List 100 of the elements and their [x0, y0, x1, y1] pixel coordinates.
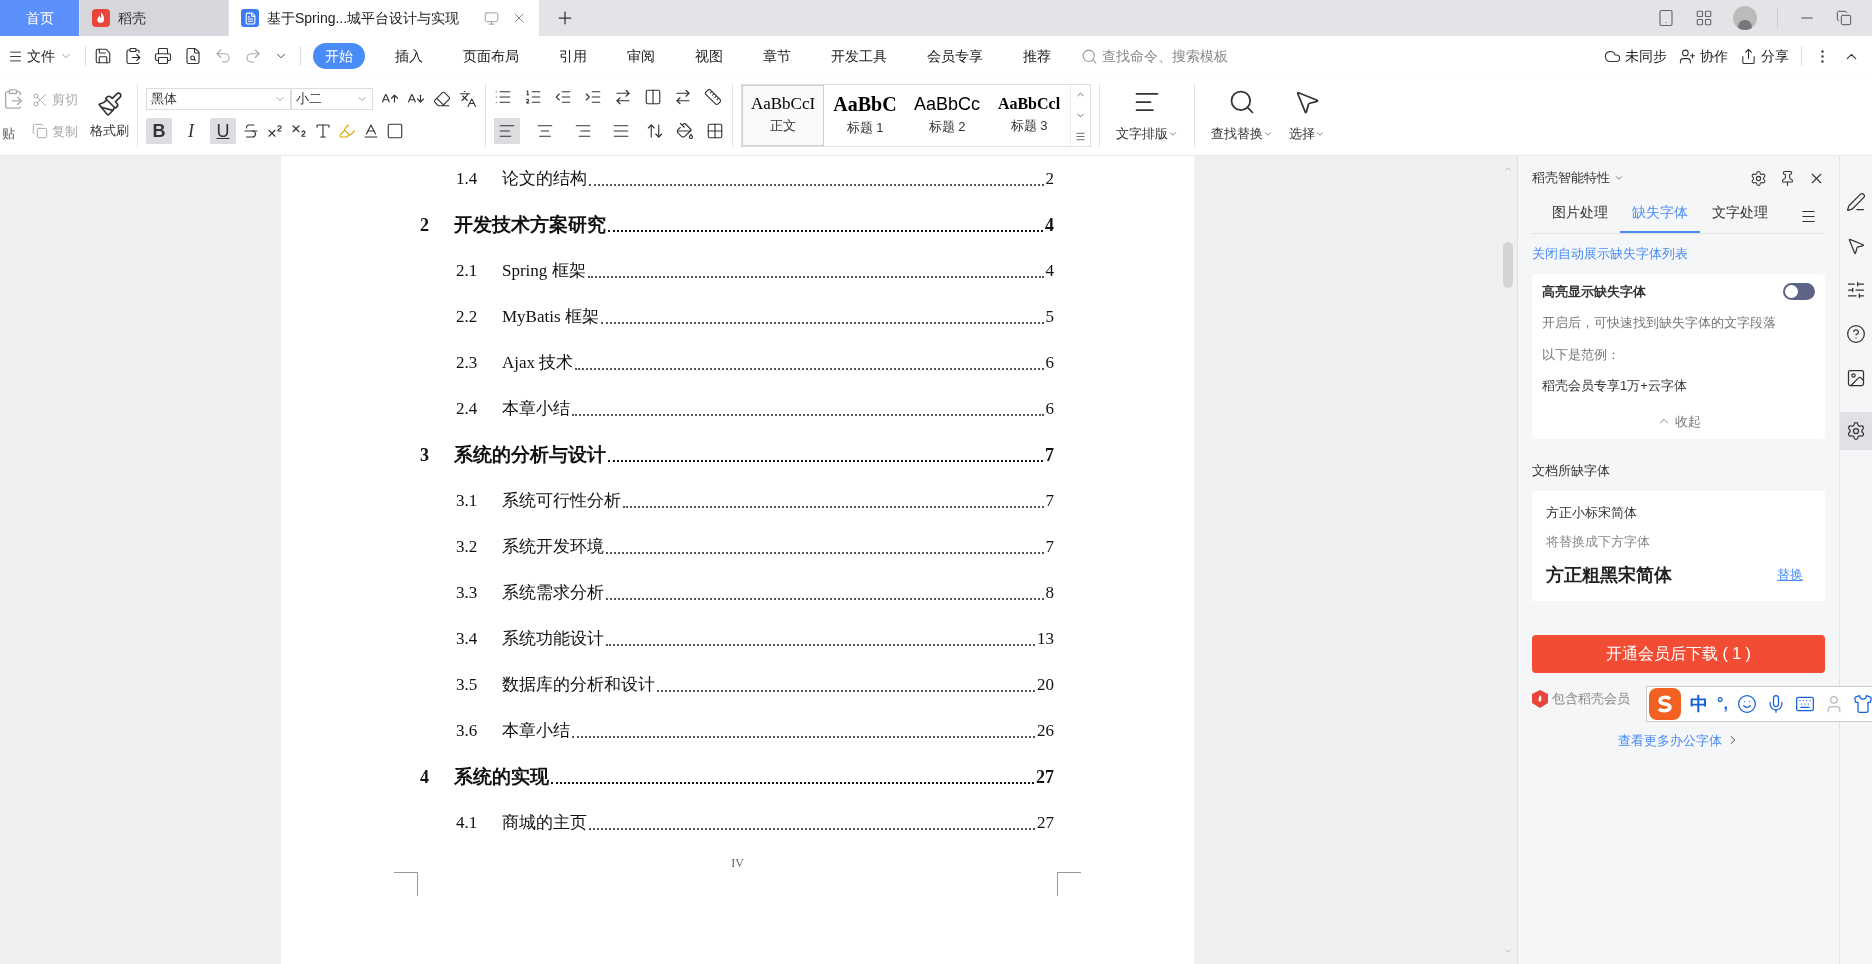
smart-feature-icon[interactable]	[1846, 421, 1866, 441]
sliders-icon[interactable]	[1846, 280, 1866, 300]
strikethrough-icon[interactable]	[242, 121, 260, 140]
emoji-icon[interactable]	[1736, 694, 1757, 714]
device-icon[interactable]	[1657, 9, 1675, 27]
panel-tab[interactable]: 文字处理	[1700, 202, 1780, 233]
skin-icon[interactable]	[1852, 694, 1872, 714]
style-preset[interactable]: AaBbCcl 标题 3	[988, 85, 1070, 146]
example-text: 稻壳会员专享1万+云字体	[1542, 377, 1688, 395]
ribbon-large-button[interactable]: 查找替换	[1203, 76, 1281, 155]
corner-mark	[1057, 872, 1081, 896]
toc-page-number: 26	[1037, 720, 1054, 743]
menu-tab[interactable]: 视图	[683, 43, 735, 69]
avatar[interactable]	[1733, 6, 1757, 30]
font-family-select[interactable]: 黑体	[146, 87, 291, 110]
language-mode[interactable]: 中	[1690, 690, 1708, 718]
shading-icon[interactable]	[676, 121, 694, 140]
toc-number: 2.4	[456, 398, 479, 421]
scrollbar-thumb[interactable]	[1502, 242, 1513, 288]
toolbar-action[interactable]: 协作	[1679, 45, 1728, 67]
grid-icon[interactable]	[1695, 9, 1713, 27]
character-border-icon[interactable]	[386, 121, 404, 140]
flame-logo-icon	[92, 9, 110, 27]
font-size-select[interactable]: 小二	[291, 87, 373, 110]
toc-title: 系统开发环境	[502, 536, 604, 559]
menu-tab[interactable]: 开发工具	[819, 43, 899, 69]
help-icon[interactable]	[1846, 324, 1866, 344]
ribbon-large-button[interactable]: 文字排版	[1108, 76, 1186, 155]
menu-tab[interactable]: 会员专享	[915, 43, 995, 69]
toolbar-action[interactable]: 分享	[1740, 45, 1789, 67]
image-icon[interactable]	[1846, 368, 1866, 388]
clear-format-icon[interactable]	[433, 89, 451, 108]
format-painter-button[interactable]: 格式刷	[90, 90, 129, 141]
preview-icon[interactable]	[184, 47, 202, 65]
toc-number: 4	[420, 765, 430, 789]
menu-tab[interactable]: 章节	[751, 43, 803, 69]
borders-icon[interactable]	[706, 121, 724, 140]
ribbon-large-button[interactable]: 选择	[1281, 76, 1333, 155]
toc-title: 本章小结	[502, 398, 570, 421]
menu-tab[interactable]: 引用	[547, 43, 599, 69]
page-number: IV	[731, 855, 744, 872]
tab-label: 首页	[25, 8, 54, 28]
tab[interactable]: 稻壳	[80, 0, 228, 36]
toc-page-number: 7	[1045, 443, 1054, 467]
vertical-scrollbar[interactable]	[1498, 156, 1518, 964]
settings-icon[interactable]	[1750, 169, 1767, 187]
text-direction-icon[interactable]	[614, 87, 632, 106]
toc-number: 2	[420, 213, 430, 237]
format-toggle[interactable]: I	[178, 117, 204, 144]
menu-tab[interactable]: 页面布局	[451, 43, 531, 69]
pen-icon[interactable]	[1846, 192, 1866, 212]
print-icon[interactable]	[154, 47, 172, 65]
download-button[interactable]: 开通会员后下载 ( 1 )	[1532, 634, 1825, 673]
menu-icon	[8, 48, 23, 64]
toc-number: 3.4	[456, 628, 479, 651]
toc-title: 系统需求分析	[502, 582, 604, 605]
collapse-button[interactable]: 收起	[1656, 411, 1701, 431]
toc-title: Ajax 技术	[502, 352, 574, 375]
export-icon[interactable]	[124, 47, 142, 65]
example-label: 以下是范例：	[1542, 345, 1621, 364]
menu-icon[interactable]	[1800, 208, 1817, 225]
paste-button[interactable]: 贴	[2, 124, 24, 144]
toc-title: 系统的分析与设计	[454, 442, 606, 467]
align-button[interactable]	[494, 117, 520, 144]
caret-icon	[1614, 173, 1624, 183]
menu-tab[interactable]: 推荐	[1011, 43, 1063, 69]
numbered-list-icon[interactable]	[524, 87, 542, 106]
toc-number: 3.2	[456, 536, 479, 559]
toggle-switch[interactable]	[1783, 282, 1815, 300]
toc-page-number: 7	[1045, 536, 1054, 559]
pin-icon[interactable]	[1779, 169, 1796, 187]
input-method-logo-icon[interactable]	[1649, 688, 1681, 720]
save-icon[interactable]	[94, 47, 112, 65]
line-spacing-icon[interactable]	[646, 121, 664, 140]
ruler-icon[interactable]	[704, 87, 722, 106]
toc-number: 3.5	[456, 674, 479, 697]
toc-title: 开发技术方案研究	[454, 212, 606, 237]
keyboard-icon[interactable]	[1794, 694, 1815, 714]
style-preset[interactable]: AaBbCc 标题 2	[906, 85, 988, 146]
panel-title[interactable]: 稻壳智能特性	[1532, 168, 1624, 188]
section-heading: 文档所缺字体	[1532, 462, 1611, 480]
panel-tab[interactable]: 图片处理	[1540, 202, 1620, 233]
menu-tab[interactable]: 插入	[383, 43, 435, 69]
menu-tab[interactable]: 审阅	[615, 43, 667, 69]
toolbar-action[interactable]: 未同步	[1604, 45, 1667, 67]
file-menu[interactable]: 文件	[4, 45, 77, 67]
format-toggle[interactable]: U	[210, 117, 236, 144]
replacement-font-name: 方正粗黑宋简体	[1546, 563, 1672, 587]
punctuation-mode[interactable]: °,	[1717, 692, 1728, 716]
text-effect-icon[interactable]	[314, 121, 332, 140]
toc-title: MyBatis 框架	[502, 306, 599, 329]
expand-styles-icon[interactable]	[1075, 131, 1086, 142]
phonetic-guide-icon[interactable]	[459, 89, 477, 108]
style-preset[interactable]: AaBbCcI 正文	[742, 85, 824, 146]
restore-icon[interactable]	[1836, 10, 1852, 26]
format-toggle[interactable]: B	[146, 117, 172, 144]
style-preset[interactable]: AaBbC 标题 1	[824, 85, 906, 146]
pointer-icon[interactable]	[1846, 236, 1866, 256]
description-text: 开启后，可快速找到缺失字体的文字段落	[1542, 314, 1777, 332]
replace-link[interactable]: 替换	[1777, 565, 1803, 585]
